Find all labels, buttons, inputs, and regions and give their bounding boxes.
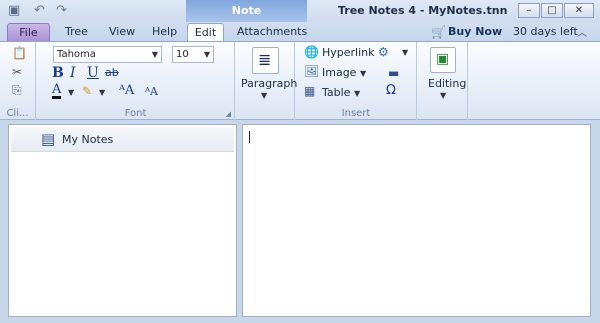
tab-edit[interactable]: Edit [187, 23, 224, 41]
group-label-font: Font [124, 108, 147, 119]
ribbon: 📋 ✂ ⎘ Cli... Tahoma ▼ 10 ▼ B I U ab A ▼ … [0, 41, 600, 120]
context-tab-note: Note [186, 0, 307, 22]
tab-tree[interactable]: Tree [63, 23, 90, 41]
table-dropdown-icon[interactable]: ▼ [354, 89, 360, 98]
cart-icon[interactable]: 🛒 [431, 25, 446, 39]
title-bar: ▣ ↶ ↷ Note Tree Notes 4 - MyNotes.tnn – … [0, 0, 600, 22]
cut-icon[interactable]: ✂ [12, 65, 22, 79]
image-icon: 🖼 [304, 64, 320, 78]
editing-button[interactable]: ▣ [430, 47, 456, 73]
group-font: Tahoma ▼ 10 ▼ B I U ab A ▼ ✎ ▼ ᴬA ᴬA ◢ F… [37, 42, 235, 120]
horizontal-line-icon[interactable]: ▬ [388, 66, 399, 80]
group-paragraph: ≣ Paragraph ▼ [236, 42, 298, 120]
font-size-value: 10 [176, 49, 189, 60]
paragraph-label: Paragraph [241, 77, 298, 90]
font-name-combo[interactable]: Tahoma ▼ [53, 46, 162, 63]
image-button[interactable]: Image [322, 66, 356, 79]
text-caret [249, 131, 250, 143]
italic-icon[interactable]: I [70, 65, 76, 81]
ribbon-tabs: File Tree View Help Edit Attachments 🛒 B… [0, 22, 600, 41]
image-dropdown-icon[interactable]: ▼ [360, 69, 366, 78]
shrink-font-icon[interactable]: ᴬA [145, 85, 158, 98]
highlight-icon[interactable]: ✎ [82, 84, 92, 98]
note-editor[interactable] [242, 124, 591, 317]
align-icon: ≣ [258, 50, 272, 69]
editing-dropdown-icon[interactable]: ▼ [440, 91, 446, 100]
group-clipboard: 📋 ✂ ⎘ Cli... [0, 42, 36, 120]
buy-now-link[interactable]: Buy Now [448, 25, 502, 38]
editing-label: Editing [428, 77, 467, 90]
collapse-ribbon-icon[interactable]: ︿ [577, 24, 587, 39]
save-icon: ▣ [436, 51, 450, 67]
font-size-combo[interactable]: 10 ▼ [172, 46, 214, 63]
table-button[interactable]: Table [322, 86, 350, 99]
tree-item-label: My Notes [62, 133, 114, 146]
insert-object-icon[interactable]: ⚙ [378, 45, 389, 59]
paragraph-button[interactable]: ≣ [252, 47, 279, 74]
paragraph-dropdown-icon[interactable]: ▼ [261, 91, 267, 100]
group-label-insert: Insert [341, 108, 371, 119]
paste-icon[interactable]: 📋 [12, 46, 27, 60]
insert-object-dropdown-icon[interactable]: ▼ [402, 48, 408, 57]
redo-icon[interactable]: ↷ [56, 3, 67, 18]
tab-attachments[interactable]: Attachments [235, 23, 309, 41]
chevron-down-icon: ▼ [203, 50, 210, 59]
maximize-button[interactable]: □ [541, 3, 563, 18]
window-title: Tree Notes 4 - MyNotes.tnn [338, 4, 508, 17]
tab-file[interactable]: File [7, 23, 50, 41]
group-editing: ▣ Editing ▼ [418, 42, 468, 120]
note-icon: ▤ [41, 130, 56, 148]
tab-help[interactable]: Help [150, 23, 179, 41]
hyperlink-button[interactable]: Hyperlink [322, 46, 375, 59]
copy-icon[interactable]: ⎘ [12, 83, 22, 97]
grow-font-icon[interactable]: ᴬA [119, 83, 134, 98]
font-color-icon[interactable]: A [52, 83, 62, 99]
group-insert: 🌐 Hyperlink 🖼 Image ▼ ▦ Table ▼ ⚙ ▼ ▬ Ω … [296, 42, 417, 120]
font-color-dropdown-icon[interactable]: ▼ [68, 88, 74, 97]
trial-days: 30 days left [513, 25, 578, 38]
tree-item[interactable]: ▤ My Notes [11, 127, 234, 152]
undo-icon[interactable]: ↶ [34, 3, 45, 18]
minimize-button[interactable]: – [518, 3, 540, 18]
bold-icon[interactable]: B [52, 65, 64, 81]
tree-pane[interactable]: ▤ My Notes [8, 124, 237, 317]
app-icon: ▣ [8, 3, 21, 18]
chevron-down-icon: ▼ [151, 50, 158, 59]
highlight-dropdown-icon[interactable]: ▼ [99, 88, 105, 97]
tab-view[interactable]: View [107, 23, 137, 41]
close-button[interactable]: ✕ [564, 3, 594, 18]
table-icon: ▦ [304, 84, 316, 98]
underline-icon[interactable]: U [87, 65, 99, 81]
strikethrough-icon[interactable]: ab [105, 66, 119, 79]
group-label-clipboard: Cli... [6, 108, 29, 119]
symbol-icon[interactable]: Ω [386, 84, 396, 98]
font-name-value: Tahoma [57, 49, 96, 60]
globe-icon: 🌐 [304, 45, 319, 59]
